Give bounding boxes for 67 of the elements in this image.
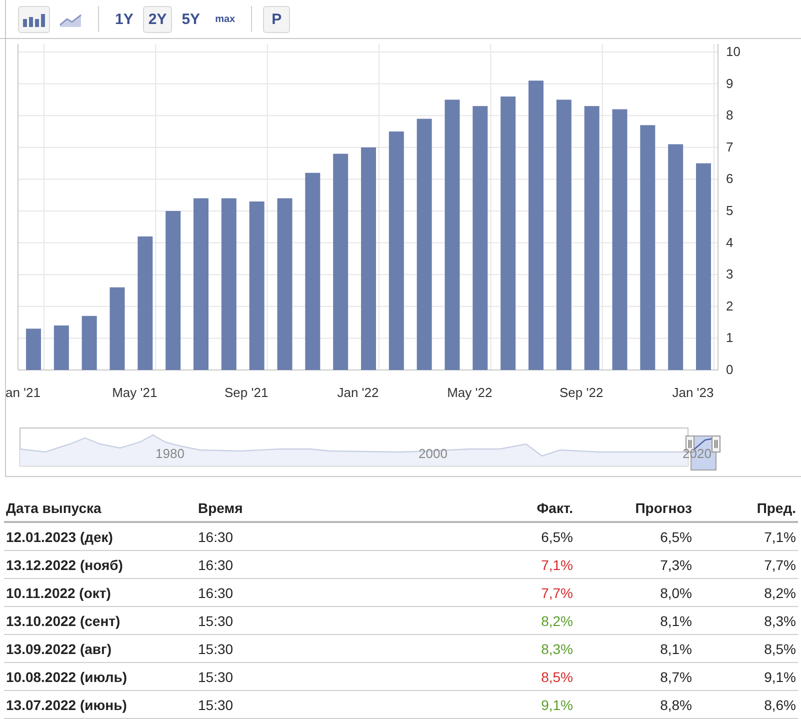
table-cell: 13.09.2022 (авг) bbox=[4, 634, 196, 662]
table-cell: 8,5% bbox=[450, 662, 575, 690]
range-tab[interactable]: max bbox=[210, 6, 240, 32]
axis-label: Sep '21 bbox=[224, 385, 268, 400]
column-header: Дата выпуска bbox=[4, 493, 196, 522]
axis-label: 9 bbox=[726, 76, 734, 91]
table-cell: 6,5% bbox=[450, 522, 575, 550]
table-cell: 7,3% bbox=[575, 550, 694, 578]
axis-label: 1 bbox=[726, 330, 734, 346]
axis-label: 7 bbox=[726, 139, 734, 154]
axis-label: May '21 bbox=[112, 385, 158, 400]
table-cell: 8,5% bbox=[694, 634, 798, 662]
axis-label: 6 bbox=[726, 171, 734, 186]
table-cell: 12.01.2023 (дек) bbox=[4, 522, 196, 550]
table-cell: 15:30 bbox=[196, 606, 450, 634]
axis-label: 8 bbox=[726, 108, 734, 123]
toolbar-button[interactable]: P bbox=[263, 6, 290, 32]
table-cell: 8,6% bbox=[694, 690, 798, 718]
axis-label: 3 bbox=[726, 266, 734, 282]
table-cell: 16:30 bbox=[196, 550, 450, 578]
axis-label: Jan '23 bbox=[672, 385, 714, 400]
axis-label: 4 bbox=[726, 234, 734, 250]
range-tab[interactable]: 2Y bbox=[143, 6, 172, 32]
table-cell: 8,1% bbox=[575, 606, 694, 634]
table-cell: 10.11.2022 (окт) bbox=[4, 578, 196, 606]
table-cell: 13.12.2022 (нояб) bbox=[4, 550, 196, 578]
axis-label: 2000 bbox=[418, 446, 448, 461]
range-tab[interactable]: 5Y bbox=[176, 6, 206, 32]
table-cell: 8,8% bbox=[575, 690, 694, 718]
axis-label: Sep '22 bbox=[560, 385, 604, 400]
table-cell: 7,1% bbox=[450, 550, 575, 578]
table-cell: 8,1% bbox=[575, 634, 694, 662]
table-cell: 8,2% bbox=[450, 606, 575, 634]
table-cell: 7,7% bbox=[694, 550, 798, 578]
table-cell: 8,0% bbox=[575, 578, 694, 606]
axis-label: 2 bbox=[726, 298, 734, 314]
table-cell: 16:30 bbox=[196, 578, 450, 606]
table-cell: 8,3% bbox=[694, 606, 798, 634]
axis-label: 5 bbox=[726, 203, 734, 218]
table-cell: 13.10.2022 (сент) bbox=[4, 606, 196, 634]
table-cell: 15:30 bbox=[196, 634, 450, 662]
chart-type-button[interactable] bbox=[18, 6, 50, 32]
axis-label: 10 bbox=[726, 44, 740, 59]
axis-label: 0 bbox=[726, 362, 734, 377]
column-header: Факт. bbox=[450, 493, 575, 522]
table-cell: 7,7% bbox=[450, 578, 575, 606]
column-header: Время bbox=[196, 493, 450, 522]
table-cell: 8,7% bbox=[575, 662, 694, 690]
table-cell: 7,1% bbox=[694, 522, 798, 550]
table-cell: 8,2% bbox=[694, 578, 798, 606]
table-cell: 9,1% bbox=[694, 662, 798, 690]
table-cell: 8,3% bbox=[450, 634, 575, 662]
slider-handle[interactable] bbox=[712, 436, 720, 452]
column-header: Пред. bbox=[694, 493, 798, 522]
axis-label: 1980 bbox=[156, 446, 184, 461]
axis-label: Jan '22 bbox=[337, 385, 379, 400]
table-cell: 15:30 bbox=[196, 662, 450, 690]
range-tab[interactable]: 1Y bbox=[110, 6, 138, 32]
axis-label: May '22 bbox=[447, 385, 492, 400]
table-cell: 15:30 bbox=[196, 690, 450, 718]
table-cell: 10.08.2022 (июль) bbox=[4, 662, 196, 690]
table-cell: 9,1% bbox=[450, 690, 575, 718]
axis-label: an '21 bbox=[6, 385, 40, 400]
table-cell: 13.07.2022 (июнь) bbox=[4, 690, 196, 718]
table-cell: 6,5% bbox=[575, 522, 694, 550]
table-cell: 16:30 bbox=[196, 522, 450, 550]
column-header: Прогноз bbox=[575, 493, 694, 522]
